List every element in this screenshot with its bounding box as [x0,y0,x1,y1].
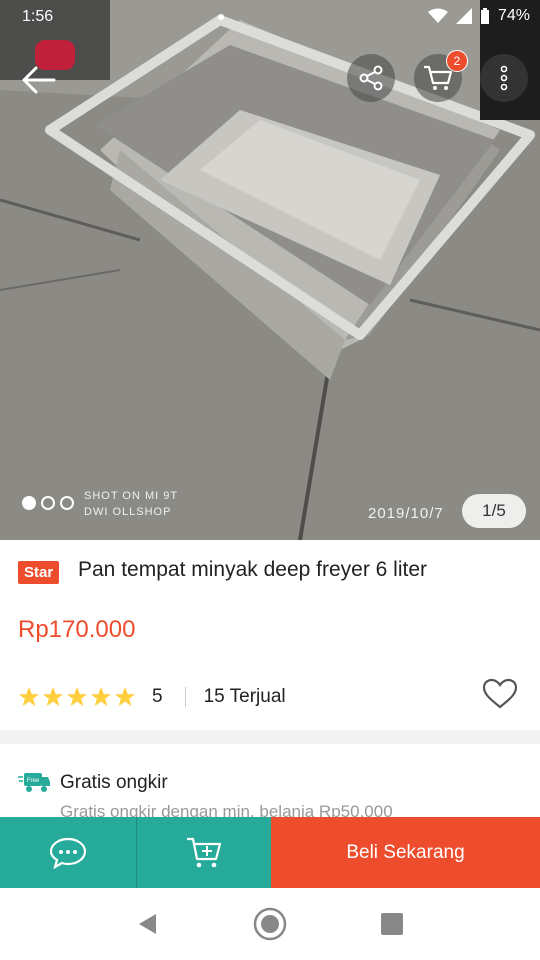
chat-bubble-icon [49,837,87,869]
battery-level: 74% [497,7,530,24]
bottom-action-bar: Beli Sekarang [0,817,540,888]
buy-now-button[interactable]: Beli Sekarang [271,817,540,888]
rating-divider [184,687,186,707]
more-options-button[interactable] [480,54,528,102]
star-icon [42,686,64,707]
nav-back-icon[interactable] [136,912,160,936]
cart-count-badge: 2 [446,50,468,72]
nav-home-icon[interactable] [253,907,287,941]
photo-date-stamp: 2019/10/7 [368,505,444,522]
gallery-pager-dots [22,496,74,510]
image-counter: 1/5 [462,494,526,528]
nav-recents-icon[interactable] [380,912,404,936]
star-seller-badge: Star [18,561,60,584]
watermark-line2: DWI OLLSHOP [84,506,172,518]
rating-row: 5 15 Terjual [18,678,528,712]
shipping-title: Gratis ongkir [60,772,168,793]
wifi-icon [427,8,448,23]
wishlist-button[interactable] [482,678,518,715]
add-to-cart-icon [187,837,222,867]
section-separator [0,730,540,744]
arrow-left-icon [22,66,56,94]
heart-icon [482,678,518,709]
status-bar: 1:56 74% [0,0,540,36]
sold-count: 15 Terjual [203,686,286,707]
rating-stars [18,686,136,708]
pager-dot-active [22,496,36,510]
back-button[interactable] [14,56,62,104]
watermark-line1: SHOT ON MI 9T [84,490,179,502]
share-icon [359,65,383,91]
camera-watermark: SHOT ON MI 9T DWI OLLSHOP [84,488,178,520]
star-icon [18,686,40,707]
product-image-gallery[interactable]: 1:56 74% 2 SHOT ON MI 9T DWI OLLSHOP 201… [0,0,540,540]
product-price: Rp170.000 [18,616,136,643]
free-shipping-truck-icon: Free [18,773,50,792]
battery-icon [480,8,489,24]
pager-dot [60,496,74,510]
status-time: 1:56 [22,8,54,25]
chat-seller-button[interactable] [0,817,136,888]
product-title: Pan tempat minyak deep freyer 6 liter [78,558,428,581]
more-vertical-icon [500,65,508,91]
pager-dot [41,496,55,510]
signal-icon [455,8,472,24]
free-icon-label: Free [27,778,40,784]
add-to-cart-button[interactable] [136,817,271,888]
cart-button[interactable]: 2 [414,50,468,102]
share-button[interactable] [347,54,395,102]
star-icon [90,686,112,707]
rating-value: 5 [152,686,163,707]
android-nav-bar [0,888,540,960]
notification-dot-icon [218,14,224,20]
star-icon [114,686,136,707]
star-icon [66,686,88,707]
